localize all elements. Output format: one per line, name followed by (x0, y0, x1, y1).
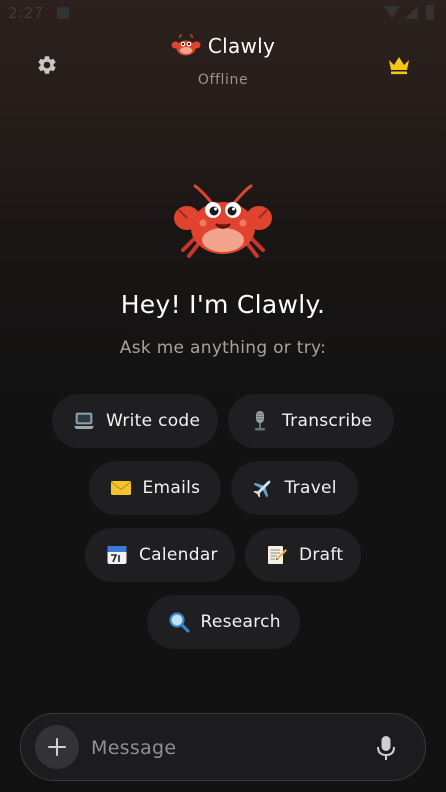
add-attachment-button[interactable] (35, 725, 79, 769)
chip-research[interactable]: Research (146, 595, 300, 649)
chip-write-code[interactable]: Write code (52, 394, 218, 448)
connection-status: Offline (197, 72, 249, 88)
status-time: 2:27 (8, 4, 44, 22)
chip-label: Research (200, 612, 281, 632)
chip-label: Travel (284, 478, 337, 498)
memo-icon (266, 544, 288, 566)
airplane-icon (252, 477, 274, 499)
chip-emails[interactable]: Emails (88, 461, 221, 515)
magnifier-icon (168, 611, 190, 633)
app-title: Clawly (207, 34, 276, 58)
notification-icon (57, 7, 69, 19)
laptop-icon (73, 410, 95, 432)
chip-transcribe[interactable]: Transcribe (228, 394, 394, 448)
suggestion-row: Calendar Draft (0, 528, 446, 582)
envelope-icon (110, 477, 132, 499)
message-input[interactable] (89, 728, 363, 768)
chip-draft[interactable]: Draft (245, 528, 361, 582)
chip-calendar[interactable]: Calendar (85, 528, 235, 582)
studio-microphone-icon (249, 410, 271, 432)
chip-label: Emails (142, 478, 201, 498)
greeting-subtitle: Ask me anything or try: (119, 338, 327, 358)
greeting-heading: Hey! I'm Clawly. (120, 290, 326, 319)
message-composer (20, 713, 426, 781)
suggestion-row: Research (0, 595, 446, 649)
suggestion-row: Emails Travel (0, 461, 446, 515)
chip-travel[interactable]: Travel (230, 461, 358, 515)
chip-label: Calendar (139, 545, 218, 565)
battery-icon (426, 5, 434, 20)
crown-icon[interactable] (387, 54, 411, 76)
crab-icon (171, 34, 201, 56)
calendar-icon (106, 544, 128, 566)
suggestion-row: Write code Transcribe (0, 394, 446, 448)
wifi-icon (384, 6, 400, 19)
app-header: Clawly Offline (0, 30, 446, 100)
plus-icon (48, 738, 66, 756)
crab-mascot-icon (174, 184, 272, 258)
title-group: Clawly (0, 34, 446, 58)
chip-label: Transcribe (282, 411, 373, 431)
signal-icon (404, 6, 418, 19)
microphone-icon[interactable] (375, 735, 397, 761)
chip-label: Write code (106, 411, 201, 431)
status-bar: 2:27 (0, 0, 446, 30)
chip-label: Draft (299, 545, 344, 565)
